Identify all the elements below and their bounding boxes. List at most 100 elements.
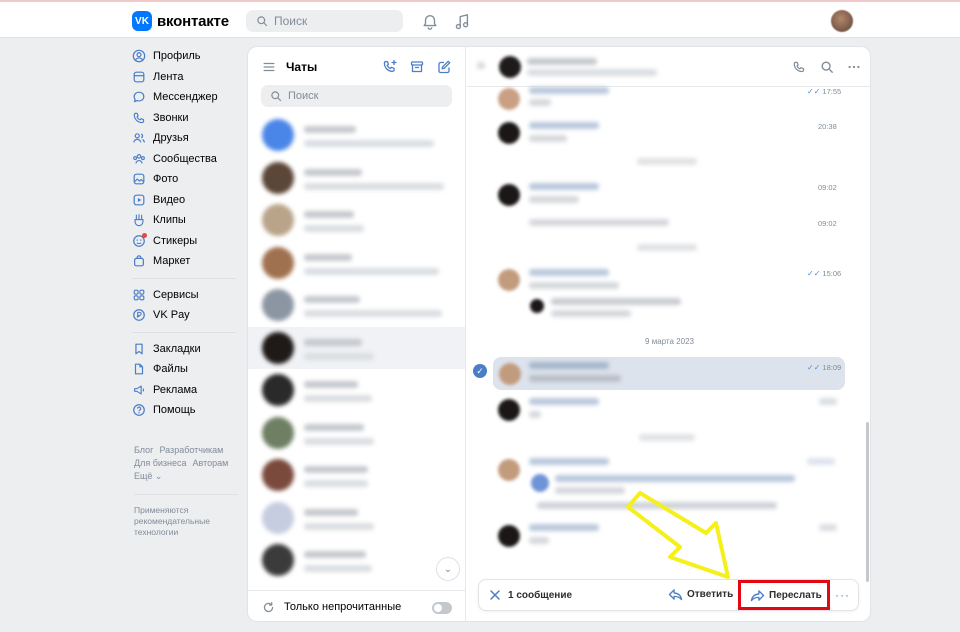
avatar [498, 122, 520, 144]
footer-link-more[interactable]: Ещё ⌄ [134, 471, 162, 481]
chat-list-item[interactable] [248, 284, 465, 327]
conversation-header [467, 47, 870, 87]
news-icon [133, 71, 145, 83]
nav-item-photo[interactable]: Фото [132, 169, 242, 190]
user-avatar[interactable] [831, 10, 853, 32]
compose-icon[interactable] [436, 59, 452, 75]
nav-item-profile[interactable]: Профиль [132, 46, 242, 67]
chat-list-item[interactable] [248, 199, 465, 242]
reply-label: Ответить [687, 589, 734, 600]
nav-item-help[interactable]: Помощь [132, 400, 242, 421]
message-time: ✓✓ 17:55 [807, 87, 841, 96]
chat-list-item[interactable] [248, 412, 465, 455]
message-time: ✓✓ 18:09 [807, 363, 841, 372]
forwarded-message-blurred [551, 310, 631, 317]
nav-item-video[interactable]: Видео [132, 190, 242, 211]
nav-item-feed[interactable]: Лента [132, 67, 242, 88]
unread-only-toggle[interactable] [432, 602, 452, 614]
nav-item-communities[interactable]: Сообщества [132, 149, 242, 170]
read-check-icon: ✓✓ [807, 269, 821, 278]
nav-label: Мессенджер [153, 91, 218, 104]
nav-item-ads[interactable]: Реклама [132, 380, 242, 401]
footer-link-blog[interactable]: Блог [134, 445, 153, 455]
chat-list-item[interactable] [248, 539, 465, 582]
search-icon[interactable] [820, 60, 834, 74]
nav-label: Клипы [153, 214, 186, 227]
chat-list-item[interactable] [248, 242, 465, 285]
unread-filter-bar: Только непрочитанные [248, 590, 465, 621]
reply-button[interactable]: Ответить [668, 588, 733, 601]
scroll-down-button[interactable]: ⌄ [436, 557, 460, 581]
chat-search-input[interactable]: Поиск [261, 85, 452, 107]
chat-name-blurred [304, 296, 360, 303]
chat-name-blurred [304, 508, 358, 516]
footer-link-developers[interactable]: Разработчикам [159, 445, 223, 455]
message-text-blurred [529, 99, 551, 106]
footer-link-business[interactable]: Для бизнеса [134, 458, 187, 468]
chat-preview-blurred [304, 565, 372, 572]
message-time-blurred [819, 524, 837, 531]
avatar [498, 184, 520, 206]
notification-dot [142, 232, 147, 238]
more-icon[interactable] [847, 60, 861, 74]
chat-list-item-active[interactable] [248, 326, 465, 369]
message-time: ✓✓ 15:06 [807, 269, 841, 278]
link-icon-blurred [531, 474, 549, 492]
message-author-blurred [529, 362, 609, 369]
conversation-scrollbar[interactable] [866, 422, 869, 582]
selected-check-icon[interactable]: ✓ [473, 364, 487, 378]
message-time: 09:02 [818, 183, 837, 192]
nav-item-clips[interactable]: Клипы [132, 210, 242, 231]
close-icon[interactable] [489, 589, 501, 601]
message-text-blurred [529, 196, 579, 203]
archive-icon[interactable] [409, 59, 425, 75]
nav-label: VK Pay [153, 309, 190, 322]
chat-list-item[interactable] [248, 454, 465, 497]
clips-icon [134, 214, 144, 227]
chat-list-item[interactable] [248, 497, 465, 540]
chat-preview-blurred [304, 522, 374, 530]
global-search-placeholder: Поиск [274, 14, 308, 28]
message-text-blurred [555, 487, 625, 494]
nav-item-vkpay[interactable]: VK Pay [132, 305, 242, 326]
message-text-blurred [529, 282, 619, 289]
nav-item-market[interactable]: Маркет [132, 251, 242, 272]
nav-item-files[interactable]: Файлы [132, 359, 242, 380]
avatar [498, 459, 520, 481]
avatar [499, 56, 521, 78]
message-author-blurred [529, 87, 609, 94]
chat-name-blurred [304, 423, 364, 431]
chat-preview-blurred [304, 437, 374, 445]
nav-label: Закладки [153, 342, 201, 355]
menu-icon[interactable] [262, 60, 276, 74]
nav-item-friends[interactable]: Друзья [132, 128, 242, 149]
nav-item-services[interactable]: Сервисы [132, 285, 242, 306]
avatar [262, 204, 294, 236]
chat-preview-blurred [304, 267, 439, 275]
avatar [499, 363, 521, 385]
music-icon[interactable] [453, 13, 471, 31]
more-actions-button[interactable]: ··· [835, 588, 850, 602]
nav-item-calls[interactable]: Звонки [132, 108, 242, 129]
chat-list-item[interactable] [248, 157, 465, 200]
forward-label: Переслать [769, 589, 822, 601]
global-search-input[interactable]: Поиск [246, 10, 403, 32]
bookmark-icon [135, 343, 143, 355]
add-call-icon[interactable] [382, 59, 398, 75]
chats-title: Чаты [286, 60, 318, 74]
chat-list-item[interactable] [248, 369, 465, 412]
footer-link-authors[interactable]: Авторам [193, 458, 229, 468]
file-icon [134, 363, 144, 375]
nav-item-bookmarks[interactable]: Закладки [132, 339, 242, 360]
message-author-blurred [529, 183, 599, 190]
chat-preview-blurred [304, 480, 368, 487]
phone-icon[interactable] [792, 60, 806, 74]
forward-button[interactable]: Переслать [738, 580, 830, 610]
vk-logo[interactable]: VK вконтакте [132, 11, 229, 31]
chat-list-item[interactable] [248, 114, 465, 157]
nav-item-stickers[interactable]: Стикеры [132, 231, 242, 252]
nav-label: Стикеры [153, 234, 198, 247]
bell-icon[interactable] [421, 13, 439, 31]
nav-item-messenger[interactable]: Мессенджер [132, 87, 242, 108]
recommendation-note[interactable]: Применяются рекомендательные технологии [134, 505, 244, 538]
